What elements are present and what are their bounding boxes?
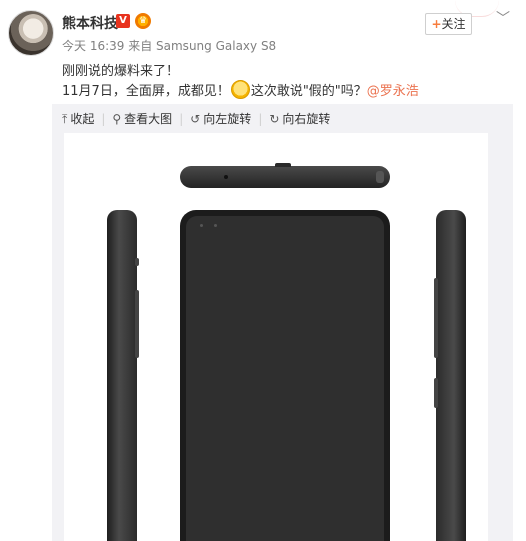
view-large-label: 查看大图 <box>124 112 173 126</box>
image-toolbar: ⤒ 收起 | ⚲ 查看大图 | ↺ 向左旋转 | ↻ 向右旋转 <box>62 110 330 127</box>
side-key <box>434 378 438 408</box>
post-text-line1: 刚刚说的爆料来了！ <box>62 64 180 79</box>
magnifier-icon: ⚲ <box>112 112 122 126</box>
phone-front-view <box>180 210 390 541</box>
post-text-before-emoji: 11月7日，全面屏，成都见！ <box>62 84 230 99</box>
verified-badge[interactable]: V <box>116 14 130 28</box>
collapse-button[interactable]: ⤒ 收起 <box>62 110 94 127</box>
side-key <box>434 278 438 358</box>
phone-screen <box>186 216 384 541</box>
plus-icon: + <box>431 17 442 31</box>
phone-top-hole <box>224 175 228 179</box>
rotate-left-label: 向左旋转 <box>203 112 252 126</box>
post-meta: 今天 16:39 来自 Samsung Galaxy S8 <box>62 39 277 53</box>
rotate-right-icon: ↻ <box>269 112 280 126</box>
rotate-right-label: 向右旋转 <box>282 112 331 126</box>
toolbar-divider: | <box>179 112 184 126</box>
emoji-icon <box>230 80 250 99</box>
collapse-label: 收起 <box>70 112 95 126</box>
phone-right-side-view <box>434 210 466 541</box>
collapse-icon: ⤒ <box>62 112 68 126</box>
mention-link[interactable]: @罗永浩 <box>367 84 419 99</box>
post-text-line2: 11月7日，全面屏，成都见！ 这次敢说"假的"吗？@罗永浩 <box>62 80 419 99</box>
follow-label: 关注 <box>441 17 466 31</box>
toolbar-divider: | <box>258 112 263 126</box>
author-name[interactable]: 熊本科技 <box>62 13 118 33</box>
phone-top-button <box>376 171 384 183</box>
toolbar-divider: | <box>101 112 106 126</box>
rotate-right-button[interactable]: ↻ 向右旋转 <box>269 110 330 127</box>
phone-front-sensor <box>214 224 217 227</box>
phone-front-camera <box>200 224 203 227</box>
post-text-after-emoji: 这次敢说"假的"吗？ <box>250 84 367 99</box>
rotate-left-icon: ↺ <box>190 112 201 126</box>
crown-icon[interactable]: ♛ <box>135 13 151 29</box>
view-large-button[interactable]: ⚲ 查看大图 <box>112 110 172 127</box>
phone-top-bump <box>275 163 291 167</box>
follow-button[interactable]: +关注 <box>425 13 472 35</box>
side-key <box>135 328 139 358</box>
avatar[interactable] <box>8 10 54 56</box>
side-key <box>135 258 139 266</box>
phone-left-side-view <box>107 210 139 541</box>
chevron-down-icon[interactable]: ﹀ <box>496 8 510 28</box>
phone-top-view <box>180 163 390 188</box>
rotate-left-button[interactable]: ↺ 向左旋转 <box>190 110 251 127</box>
